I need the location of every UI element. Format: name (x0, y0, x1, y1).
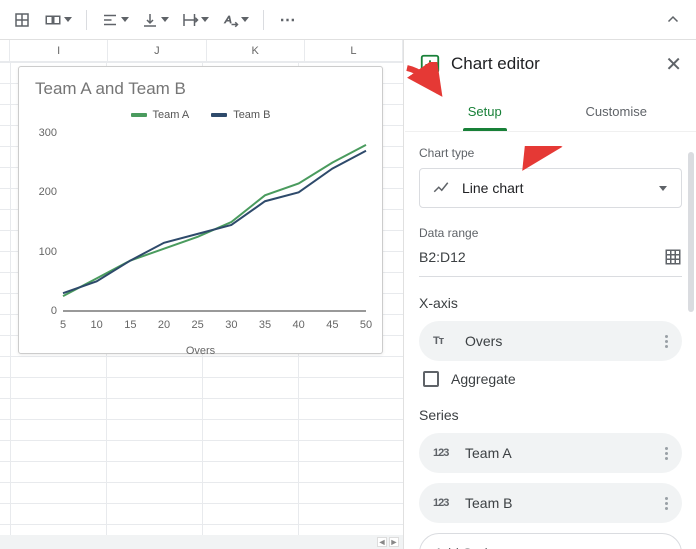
chart-editor-icon (419, 53, 441, 75)
add-series-label: Add Series (434, 545, 673, 549)
editor-tabs: Setup Customise (405, 88, 696, 132)
col-header[interactable]: I (10, 40, 108, 61)
text-wrap-button[interactable] (177, 6, 213, 34)
legend-item: Team A (153, 109, 190, 121)
series-name: Team B (465, 495, 646, 511)
x-axis-field-chip[interactable]: Tᴛ Overs (419, 321, 682, 361)
more-options-icon[interactable] (658, 497, 674, 510)
more-tools-button[interactable]: ⋯ (274, 6, 302, 34)
x-axis-field-name: Overs (465, 333, 646, 349)
line-chart-icon (432, 179, 450, 197)
merge-cells-button[interactable] (40, 6, 76, 34)
more-options-icon[interactable] (658, 335, 674, 348)
add-series-button[interactable]: Add Series (419, 533, 682, 549)
sheet-scroll-footer: ◄ ► (0, 535, 403, 549)
svg-text:A: A (224, 14, 232, 26)
panel-title: Chart editor (451, 54, 655, 74)
text-type-icon: Tᴛ (433, 335, 453, 347)
chart-title: Team A and Team B (29, 79, 372, 99)
collapse-toolbar-button[interactable] (660, 6, 688, 34)
aggregate-checkbox[interactable] (423, 371, 439, 387)
chart-legend: Team A Team B (29, 109, 372, 121)
scroll-right-button[interactable]: ► (389, 537, 399, 547)
spreadsheet-area: I J K L Team A and Team B Team A Team B … (0, 40, 404, 549)
toolbar: A ⋯ (0, 0, 696, 40)
chart-plot-area: 01002003005101520253035404550 (29, 129, 372, 329)
aggregate-label: Aggregate (451, 371, 516, 387)
legend-item: Team B (233, 109, 270, 121)
tab-setup[interactable]: Setup (419, 104, 551, 131)
series-section-label: Series (419, 407, 682, 423)
embedded-chart[interactable]: Team A and Team B Team A Team B 01002003… (18, 66, 383, 354)
chart-type-value: Line chart (462, 180, 647, 196)
select-range-icon[interactable] (664, 248, 682, 266)
borders-button[interactable] (8, 6, 36, 34)
x-axis-title: Overs (29, 345, 372, 357)
col-header[interactable]: L (305, 40, 403, 61)
scroll-left-button[interactable]: ◄ (377, 537, 387, 547)
series-name: Team A (465, 445, 646, 461)
col-header[interactable]: K (207, 40, 305, 61)
horizontal-align-button[interactable] (97, 6, 133, 34)
vertical-align-button[interactable] (137, 6, 173, 34)
chart-editor-panel: Chart editor ✕ Setup Customise Chart typ… (404, 40, 696, 549)
close-panel-button[interactable]: ✕ (665, 52, 682, 77)
tab-customise[interactable]: Customise (551, 104, 683, 131)
text-rotation-button[interactable]: A (217, 6, 253, 34)
number-type-icon: 123 (433, 447, 453, 459)
series-chip-team-a[interactable]: 123 Team A (419, 433, 682, 473)
data-range-input[interactable]: B2:D12 (419, 249, 466, 265)
chart-type-label: Chart type (419, 146, 682, 160)
column-headers: I J K L (0, 40, 403, 62)
number-type-icon: 123 (433, 497, 453, 509)
cells-grid[interactable]: Team A and Team B Team A Team B 01002003… (0, 62, 403, 535)
col-header[interactable]: J (108, 40, 206, 61)
chevron-down-icon (659, 186, 667, 191)
x-axis-section-label: X-axis (419, 295, 682, 311)
more-options-icon[interactable] (658, 447, 674, 460)
chart-type-select[interactable]: Line chart (419, 168, 682, 208)
data-range-label: Data range (419, 226, 682, 240)
series-chip-team-b[interactable]: 123 Team B (419, 483, 682, 523)
